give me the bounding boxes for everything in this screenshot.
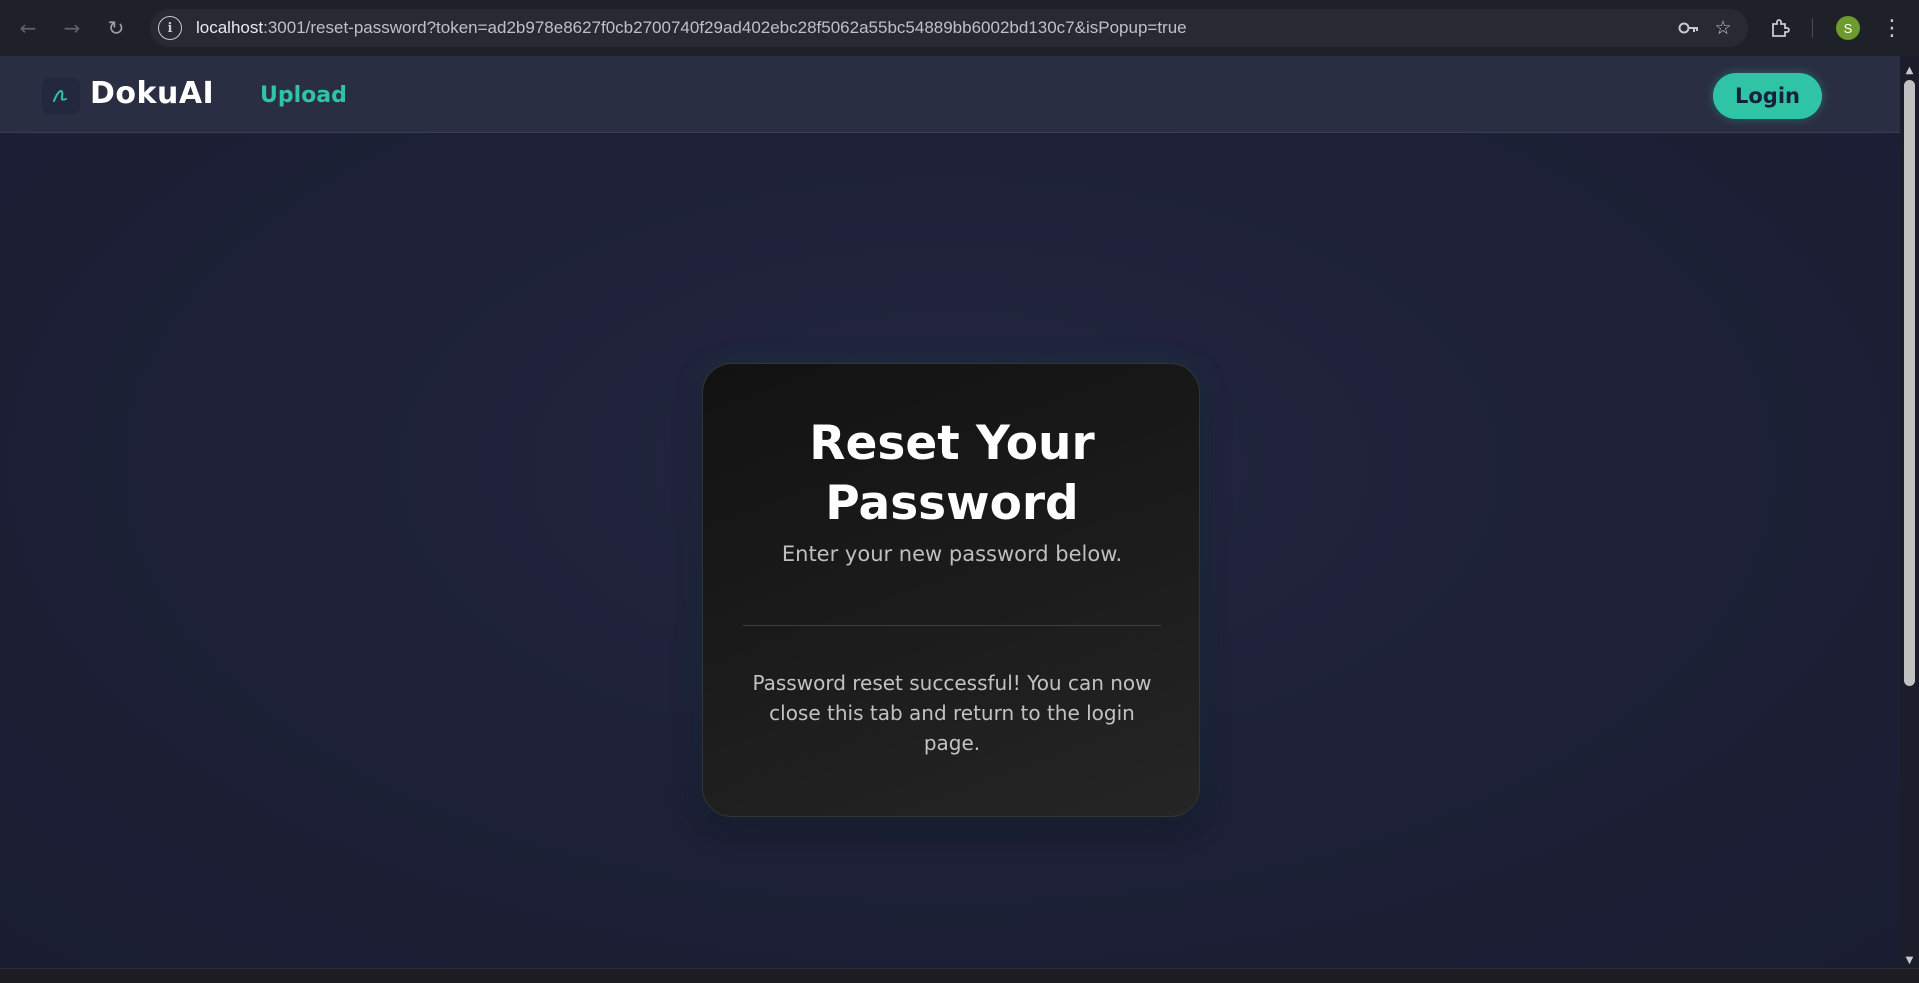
app-header: DokuAI Upload Login [0, 56, 1900, 133]
card-title: Reset Your Password [809, 416, 1095, 531]
nav-upload-link[interactable]: Upload [260, 83, 347, 108]
puzzle-icon[interactable] [1766, 14, 1794, 42]
main-content: Reset Your Password Enter your new passw… [0, 134, 1900, 968]
brand-name[interactable]: DokuAI [90, 76, 214, 111]
scrollbar-thumb[interactable] [1904, 80, 1915, 686]
info-icon[interactable]: i [158, 16, 182, 40]
taskbar [0, 968, 1919, 983]
page-scrollbar[interactable]: ▲ ▼ [1900, 56, 1919, 968]
card-divider [743, 625, 1161, 626]
kebab-menu-icon[interactable]: ⋮ [1880, 14, 1904, 42]
reload-icon[interactable]: ↻ [100, 12, 132, 44]
url-path: :3001/reset-password?token=ad2b978e8627f… [263, 18, 1187, 37]
forward-arrow-icon[interactable]: → [56, 12, 88, 44]
success-message: Password reset successful! You can now c… [752, 671, 1152, 755]
login-button[interactable]: Login [1713, 73, 1822, 119]
reset-password-card: Reset Your Password Enter your new passw… [702, 363, 1200, 817]
key-icon[interactable] [1676, 15, 1702, 41]
back-arrow-icon[interactable]: ← [12, 12, 44, 44]
url-host: localhost [196, 18, 264, 37]
scroll-down-icon[interactable]: ▼ [1900, 952, 1919, 968]
scroll-up-icon[interactable]: ▲ [1900, 62, 1919, 78]
profile-avatar[interactable]: S [1836, 16, 1860, 40]
url-text[interactable]: localhost:3001/reset-password?token=ad2b… [196, 18, 1187, 38]
address-bar[interactable]: i localhost:3001/reset-password?token=ad… [150, 9, 1748, 47]
star-icon[interactable]: ☆ [1710, 15, 1736, 41]
card-subtitle: Enter your new password below. [781, 542, 1123, 566]
browser-toolbar: ← → ↻ i localhost:3001/reset-password?to… [0, 0, 1919, 56]
toolbar-divider [1812, 18, 1813, 38]
logo-icon[interactable] [42, 77, 80, 115]
